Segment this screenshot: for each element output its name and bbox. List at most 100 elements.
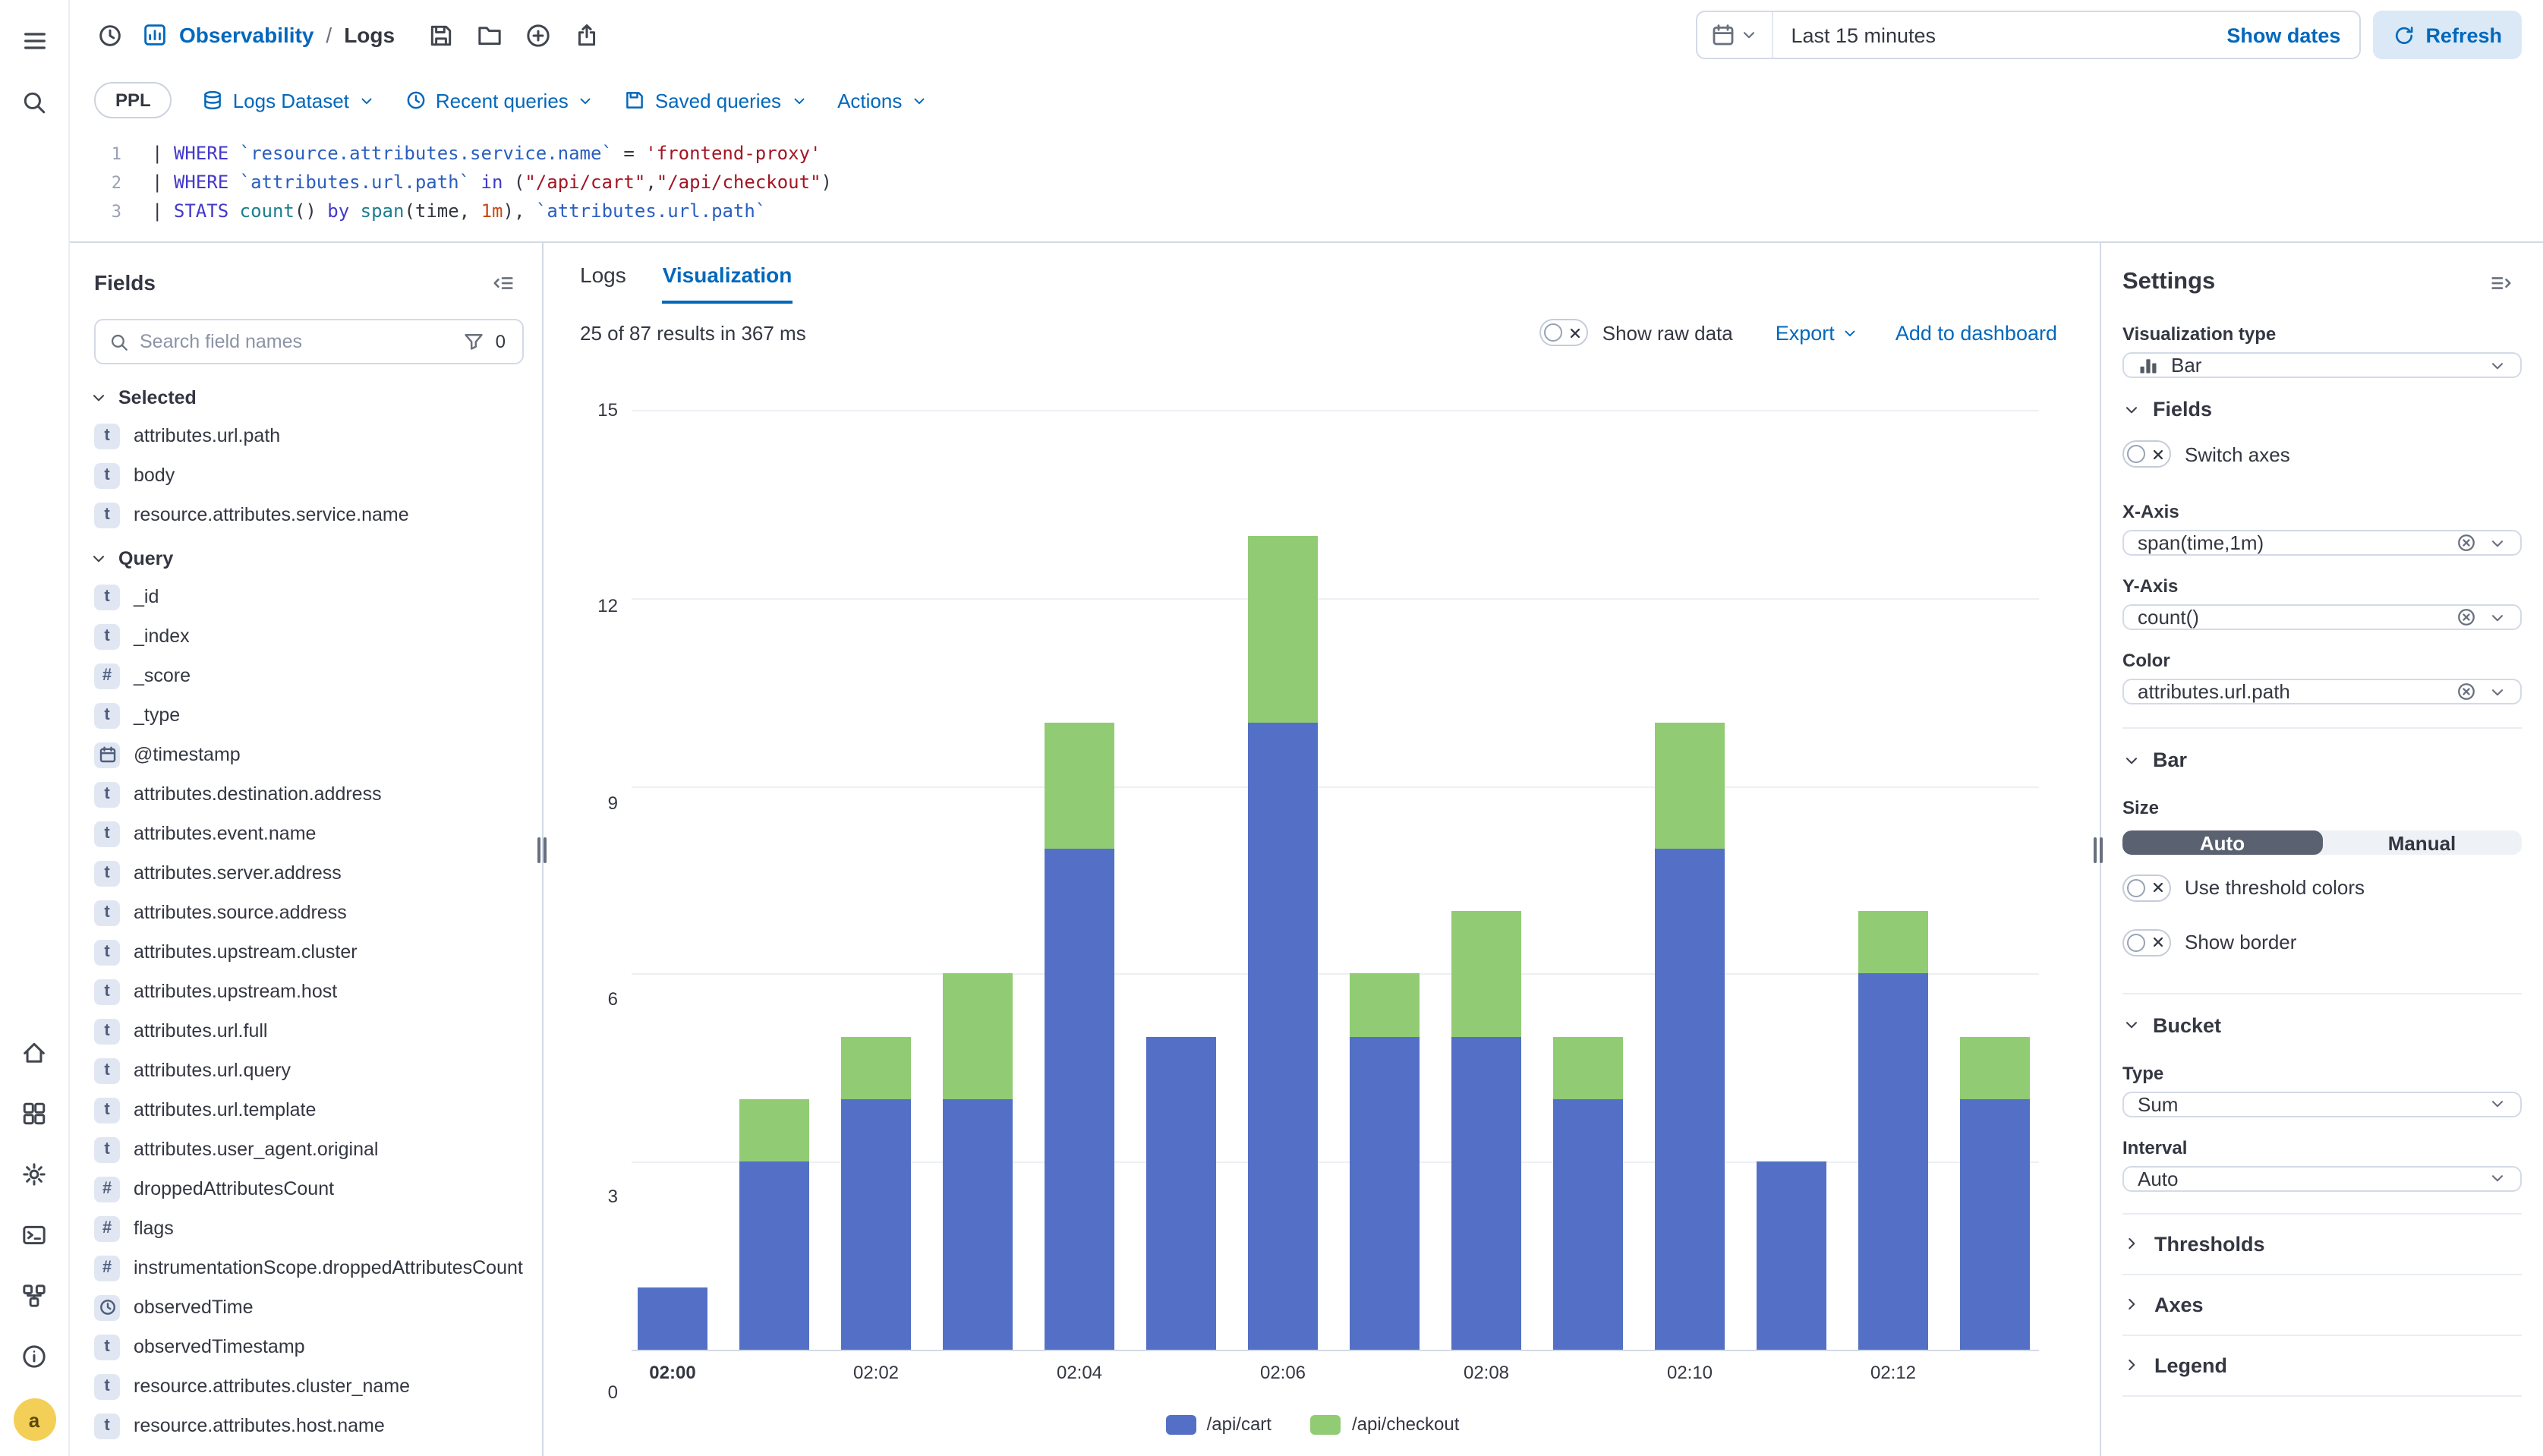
section-fields-header[interactable]: Fields	[2122, 378, 2522, 427]
open-button[interactable]	[468, 14, 510, 56]
settings-rail-button[interactable]	[10, 1149, 58, 1198]
recent-queries-button[interactable]: Recent queries	[405, 89, 594, 112]
field-item[interactable]: tattributes.upstream.host	[70, 972, 542, 1011]
section-axes-header[interactable]: Axes	[2122, 1274, 2522, 1335]
settings-menu-button[interactable]	[2479, 261, 2522, 304]
collapse-fields-button[interactable]	[481, 261, 524, 304]
size-auto-button[interactable]: Auto	[2122, 831, 2322, 855]
field-filter-button[interactable]	[464, 331, 485, 352]
field-item[interactable]: tresource.attributes.service.name	[70, 495, 542, 534]
size-manual-button[interactable]: Manual	[2322, 831, 2522, 855]
field-item[interactable]: tresource.attributes.host.name	[70, 1406, 542, 1445]
show-border-toggle[interactable]	[2122, 929, 2171, 956]
bar-02:08[interactable]	[1451, 410, 1521, 1350]
field-item[interactable]: #droppedAttributesCount	[70, 1169, 542, 1209]
field-search-input[interactable]	[140, 331, 453, 352]
field-item[interactable]: tbody	[70, 455, 542, 495]
console-button[interactable]	[10, 1210, 58, 1259]
field-group-selected[interactable]: Selected	[70, 373, 542, 416]
show-raw-data-toggle[interactable]	[1540, 319, 1589, 346]
query-editor[interactable]: 1| WHERE `resource.attributes.service.na…	[70, 128, 2543, 243]
field-item[interactable]: tattributes.url.template	[70, 1090, 542, 1130]
bar-02:02[interactable]	[841, 410, 911, 1350]
field-item[interactable]: #_score	[70, 656, 542, 695]
color-select[interactable]: attributes.url.path	[2122, 679, 2522, 704]
field-item[interactable]: t_id	[70, 577, 542, 616]
section-legend-header[interactable]: Legend	[2122, 1335, 2522, 1395]
show-dates-button[interactable]: Show dates	[2226, 24, 2359, 46]
bar-02:09[interactable]	[1553, 410, 1623, 1350]
recently-viewed-button[interactable]	[88, 14, 131, 56]
settings-resize-handle[interactable]	[2094, 837, 2106, 862]
field-item[interactable]: tattributes.event.name	[70, 814, 542, 853]
bar-02:01[interactable]	[739, 410, 809, 1350]
bar-02:10[interactable]	[1655, 410, 1725, 1350]
field-item[interactable]: t_type	[70, 695, 542, 735]
clear-icon[interactable]	[2456, 607, 2476, 627]
home-button[interactable]	[10, 1028, 58, 1076]
tab-visualization[interactable]: Visualization	[663, 263, 793, 304]
integrations-button[interactable]	[10, 1271, 58, 1319]
add-to-dashboard-button[interactable]: Add to dashboard	[1895, 321, 2057, 344]
viz-type-select[interactable]: Bar	[2122, 352, 2522, 378]
field-item[interactable]: observedTime	[70, 1287, 542, 1327]
share-button[interactable]	[565, 14, 607, 56]
date-range-value[interactable]: Last 15 minutes	[1773, 24, 2226, 46]
clear-icon[interactable]	[2456, 533, 2476, 553]
bar-02:11[interactable]	[1757, 410, 1826, 1350]
field-item[interactable]: #instrumentationScope.droppedAttributesC…	[70, 1248, 542, 1287]
bar-02:06[interactable]	[1248, 410, 1318, 1350]
clear-icon[interactable]	[2456, 682, 2476, 701]
field-item[interactable]: tobservedTimestamp	[70, 1327, 542, 1366]
field-item[interactable]: tattributes.source.address	[70, 893, 542, 932]
menu-button[interactable]	[10, 17, 58, 65]
field-item[interactable]: tattributes.upstream.cluster	[70, 932, 542, 972]
bar-02:00[interactable]	[638, 410, 707, 1350]
section-bucket-header[interactable]: Bucket	[2122, 994, 2522, 1043]
section-thresholds-header[interactable]: Thresholds	[2122, 1213, 2522, 1274]
field-item[interactable]: tresource.attributes.cluster_name	[70, 1366, 542, 1406]
dataset-selector[interactable]: Logs Dataset	[203, 89, 375, 112]
legend-item[interactable]: /api/cart	[1166, 1413, 1272, 1435]
field-item[interactable]: #flags	[70, 1209, 542, 1248]
date-quick-select-button[interactable]	[1697, 12, 1773, 58]
field-item[interactable]: tattributes.server.address	[70, 853, 542, 893]
bar-02:05[interactable]	[1146, 410, 1216, 1350]
field-item[interactable]: tattributes.url.path	[70, 416, 542, 455]
global-search-button[interactable]	[10, 77, 58, 126]
chevron-down-icon	[90, 389, 108, 407]
export-button[interactable]: Export	[1776, 321, 1859, 344]
field-item[interactable]: t_index	[70, 616, 542, 656]
saved-queries-button[interactable]: Saved queries	[625, 89, 807, 112]
bar-02:07[interactable]	[1350, 410, 1420, 1350]
field-item[interactable]: tattributes.user_agent.original	[70, 1130, 542, 1169]
help-button[interactable]	[10, 1332, 58, 1380]
field-item[interactable]: tattributes.url.full	[70, 1011, 542, 1051]
save-button[interactable]	[419, 14, 462, 56]
bar-02:13[interactable]	[1960, 410, 2030, 1350]
field-item[interactable]: tattributes.url.query	[70, 1051, 542, 1090]
use-threshold-colors-toggle[interactable]	[2122, 875, 2171, 902]
field-item[interactable]: @timestamp	[70, 735, 542, 774]
bucket-type-select[interactable]: Sum	[2122, 1092, 2522, 1117]
tab-logs[interactable]: Logs	[580, 263, 626, 304]
section-bar-header[interactable]: Bar	[2122, 730, 2522, 778]
actions-button[interactable]: Actions	[837, 89, 928, 112]
breadcrumb-app[interactable]: Observability	[179, 23, 314, 47]
field-item[interactable]: tattributes.destination.address	[70, 774, 542, 814]
refresh-button[interactable]: Refresh	[2372, 11, 2522, 59]
bar-02:04[interactable]	[1045, 410, 1114, 1350]
field-group-query[interactable]: Query	[70, 534, 542, 577]
apps-button[interactable]	[10, 1089, 58, 1137]
bar-02:12[interactable]	[1858, 410, 1928, 1350]
legend-item[interactable]: /api/checkout	[1311, 1413, 1459, 1435]
y-axis-select[interactable]: count()	[2122, 604, 2522, 630]
user-avatar[interactable]: a	[13, 1398, 55, 1441]
switch-axes-toggle[interactable]	[2122, 440, 2171, 468]
new-button[interactable]	[516, 14, 559, 56]
bucket-interval-select[interactable]: Auto	[2122, 1166, 2522, 1192]
x-axis-select[interactable]: span(time,1m)	[2122, 530, 2522, 556]
bar-02:03[interactable]	[943, 410, 1013, 1350]
query-language-button[interactable]: PPL	[94, 82, 172, 118]
fields-resize-handle[interactable]	[537, 837, 550, 862]
